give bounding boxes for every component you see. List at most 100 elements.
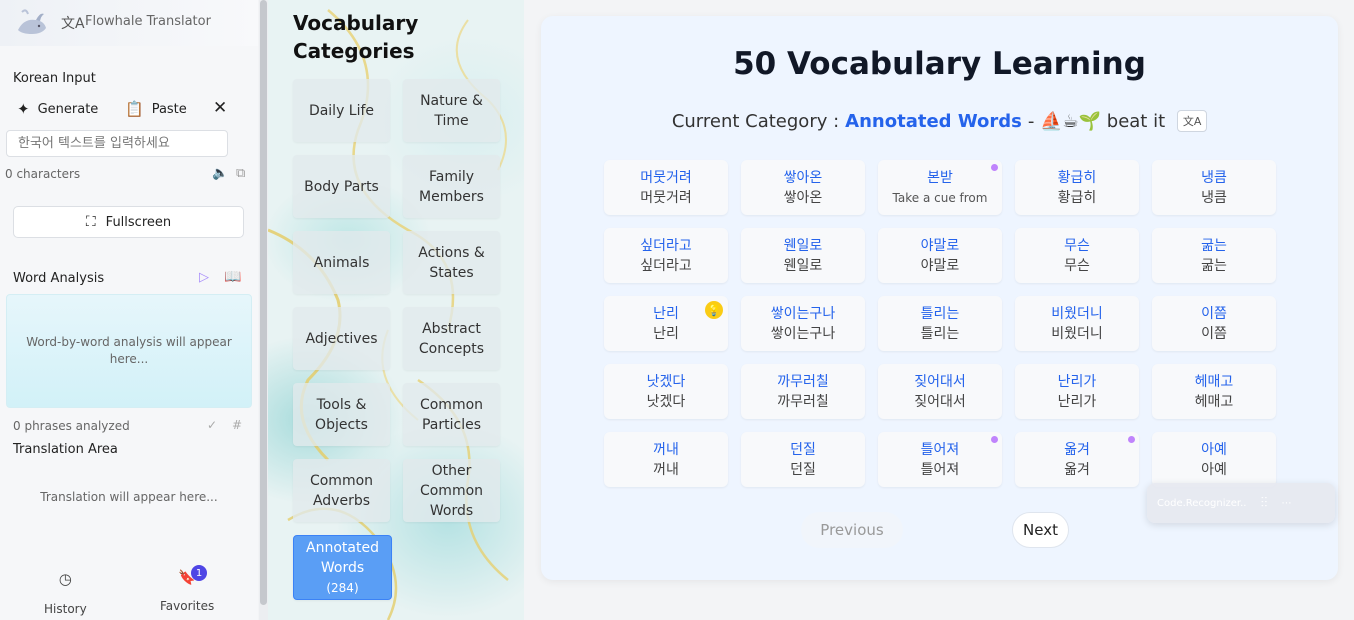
word-card[interactable]: 까무러칠 까무러칠 <box>741 364 865 419</box>
scrollbar-thumb[interactable] <box>260 0 267 605</box>
category-button[interactable]: Nature & Time <box>403 79 500 142</box>
annotation-dot <box>991 164 998 171</box>
category-label: Annotated Words <box>306 539 379 576</box>
waveform-icon: ⫶⫶ <box>1260 495 1268 511</box>
lightbulb-icon[interactable]: 💡 <box>705 301 723 319</box>
category-panel: Vocabulary Categories Daily Life Nature &… <box>268 0 524 620</box>
next-button[interactable]: Next <box>1012 512 1069 548</box>
word-translation: 황급히 <box>1057 189 1097 206</box>
sidebar: 文A Flowhale Translator Korean Input ✦ Ge… <box>0 0 258 620</box>
word-translation: 짖어대서 <box>914 393 966 410</box>
word-translation: 머뭇거려 <box>640 189 692 206</box>
analysis-placeholder: Word-by-word analysis will appear here..… <box>26 335 232 366</box>
category-label: Tools & Objects <box>315 396 368 433</box>
check-icon: ✓ <box>207 418 218 432</box>
copy-icon[interactable]: ⧉ <box>236 166 245 181</box>
generate-button[interactable]: ✦ Generate <box>17 100 98 118</box>
word-translation: 싶더라고 <box>640 257 692 274</box>
word-card[interactable]: 냉큼 냉큼 <box>1152 160 1276 215</box>
category-button[interactable]: Animals <box>293 231 390 294</box>
word-card[interactable]: 이쯤 이쯤 <box>1152 296 1276 351</box>
category-label: Animals <box>313 254 370 271</box>
word-translation: 냉큼 <box>1201 189 1227 206</box>
translate-icon: 文A <box>1182 115 1202 128</box>
word-translation: 아예 <box>1201 461 1227 478</box>
sparkle-icon: ✦ <box>17 100 30 118</box>
korean-input-field[interactable] <box>6 130 228 157</box>
word-card[interactable]: 옮겨 옮겨 <box>1015 432 1139 487</box>
sidebar-scrollbar[interactable] <box>259 0 268 620</box>
previous-button[interactable]: Previous <box>801 512 903 548</box>
fullscreen-button[interactable]: ⛶ Fullscreen <box>13 206 244 238</box>
more-icon[interactable]: ⋯ <box>1281 498 1291 509</box>
category-label: Other Common Words <box>419 462 484 519</box>
word-korean: 무슨 <box>1064 237 1090 254</box>
current-category-suffix: - ⛵☕🌱 beat it <box>1027 110 1166 132</box>
word-korean: 쌓이는구나 <box>770 305 836 322</box>
category-button[interactable]: Abstract Concepts <box>403 307 500 370</box>
word-card[interactable]: 비웠더니 비웠더니 <box>1015 296 1139 351</box>
category-button[interactable]: Adjectives <box>293 307 390 370</box>
word-card[interactable]: 무슨 무슨 <box>1015 228 1139 283</box>
word-korean: 냉큼 <box>1201 169 1227 186</box>
clipboard-icon: 📋 <box>125 100 144 118</box>
word-card[interactable]: 쌓이는구나 쌓이는구나 <box>741 296 865 351</box>
word-card[interactable]: 머뭇거려 머뭇거려 <box>604 160 728 215</box>
word-card[interactable]: 싶더라고 싶더라고 <box>604 228 728 283</box>
category-button[interactable]: Actions & States <box>403 231 500 294</box>
category-button[interactable]: Other Common Words <box>403 459 500 522</box>
word-card[interactable]: 굶는 굶는 <box>1152 228 1276 283</box>
category-button[interactable]: Family Members <box>403 155 500 218</box>
category-label: Adjectives <box>305 330 378 347</box>
word-korean: 난리가 <box>1057 373 1097 390</box>
word-card[interactable]: 본받 Take a cue from <box>878 160 1002 215</box>
word-translation: 웬일로 <box>783 257 823 274</box>
word-card[interactable]: 헤매고 헤매고 <box>1152 364 1276 419</box>
word-card[interactable]: 황급히 황급히 <box>1015 160 1139 215</box>
hash-icon: # <box>232 418 243 432</box>
translate-button[interactable]: 文A <box>1177 110 1208 132</box>
paste-button[interactable]: 📋 Paste <box>125 100 187 118</box>
word-card[interactable]: 짖어대서 짖어대서 <box>878 364 1002 419</box>
word-card[interactable]: 아예 아예 <box>1152 432 1276 487</box>
translation-area-label: Translation Area <box>13 442 118 457</box>
category-label: Daily Life <box>308 102 375 119</box>
word-translation: 헤매고 <box>1194 393 1234 410</box>
code-recognizer-widget[interactable]: Code.Recognizer.. ⫶⫶ ⋯ <box>1147 483 1335 523</box>
category-button[interactable]: Daily Life <box>293 79 390 142</box>
speaker-icon[interactable]: 🔈 <box>212 166 228 181</box>
word-card[interactable]: 꺼내 꺼내 <box>604 432 728 487</box>
close-icon: ✕ <box>213 98 228 118</box>
word-card[interactable]: 낫겠다 낫겠다 <box>604 364 728 419</box>
word-translation: 옮겨 <box>1064 461 1090 478</box>
word-card[interactable]: 틀어져 틀어져 <box>878 432 1002 487</box>
word-korean: 쌓아온 <box>783 169 823 186</box>
word-card[interactable]: 쌓아온 쌓아온 <box>741 160 865 215</box>
category-label: Actions & States <box>418 244 485 281</box>
phrases-count: 0 phrases analyzed <box>13 419 130 433</box>
category-label: Common Particles <box>419 396 484 433</box>
book-icon[interactable]: 📖 <box>224 269 241 285</box>
history-nav[interactable]: ◷ History <box>44 570 87 616</box>
word-korean: 틀리는 <box>920 305 960 322</box>
word-translation: 무슨 <box>1064 257 1090 274</box>
word-korean: 비웠더니 <box>1051 305 1103 322</box>
expand-icon: ⛶ <box>85 214 96 230</box>
word-card[interactable]: 웬일로 웬일로 <box>741 228 865 283</box>
category-button[interactable]: Annotated Words (284) <box>293 535 392 600</box>
clear-button[interactable]: ✕ <box>213 98 227 118</box>
word-translation: 굶는 <box>1201 257 1227 274</box>
category-button[interactable]: Tools & Objects <box>293 383 390 446</box>
word-translation: 이쯤 <box>1201 325 1227 342</box>
play-icon[interactable]: ▷ <box>199 270 209 285</box>
word-card[interactable]: 던질 던질 <box>741 432 865 487</box>
word-card[interactable]: 야말로 야말로 <box>878 228 1002 283</box>
word-card[interactable]: 틀리는 틀리는 <box>878 296 1002 351</box>
category-button[interactable]: Common Adverbs <box>293 459 390 522</box>
word-translation: 쌓이는구나 <box>770 325 836 342</box>
category-button[interactable]: Body Parts <box>293 155 390 218</box>
word-card[interactable]: 난리 난리 💡 <box>604 296 728 351</box>
category-label: Nature & Time <box>420 92 483 129</box>
category-button[interactable]: Common Particles <box>403 383 500 446</box>
word-card[interactable]: 난리가 난리가 <box>1015 364 1139 419</box>
